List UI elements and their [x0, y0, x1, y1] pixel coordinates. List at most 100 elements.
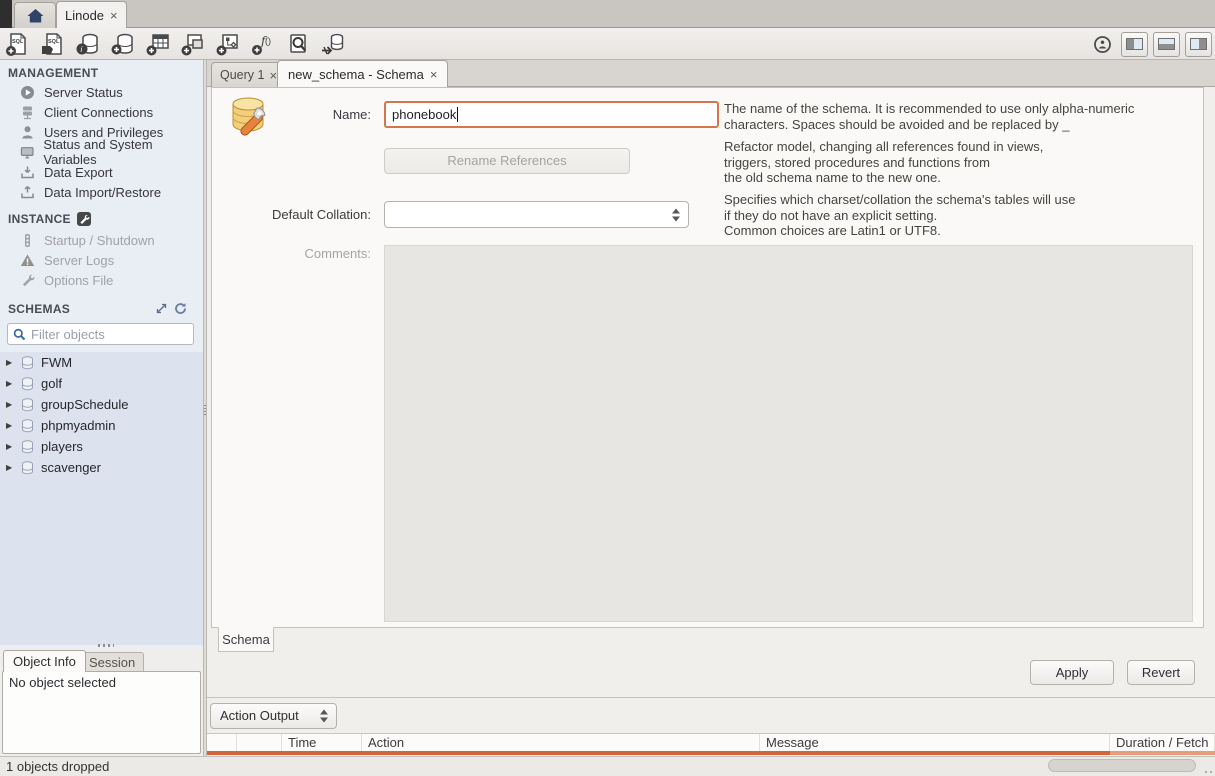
collation-help-text: Specifies which charset/collation the sc…: [724, 192, 1190, 239]
filter-placeholder: Filter objects: [31, 327, 105, 342]
tab-new-schema[interactable]: new_schema - Schema ×: [277, 60, 448, 87]
selected-row-highlight: [207, 751, 1215, 755]
expander-icon[interactable]: ▶: [6, 421, 14, 430]
output-selector[interactable]: Action Output: [210, 703, 337, 729]
expand-icon[interactable]: [156, 303, 167, 314]
main-area: Query 1 × new_schema - Schema × Name: ph…: [207, 60, 1215, 776]
expander-icon[interactable]: ▶: [6, 379, 14, 388]
schema-icon: [21, 356, 34, 370]
reconnect-database-icon[interactable]: [319, 30, 347, 58]
toggle-right-panel-button[interactable]: [1185, 32, 1212, 57]
resize-grip-icon[interactable]: [1210, 771, 1212, 773]
server-logs-icon: [20, 253, 35, 268]
object-info-panel: Object Info Session No object selected: [0, 647, 203, 756]
column-index[interactable]: [237, 734, 282, 751]
schema-editor: Name: phonebook Rename References Defaul…: [211, 87, 1204, 628]
create-procedure-icon[interactable]: [214, 30, 242, 58]
home-icon: [26, 7, 45, 24]
comments-textarea[interactable]: [384, 245, 1193, 622]
connection-tab-label: Linode: [65, 8, 104, 23]
column-status[interactable]: [207, 734, 237, 751]
collation-label: Default Collation:: [212, 201, 378, 228]
svg-text:SQL: SQL: [12, 39, 24, 45]
search-icon: [13, 328, 26, 341]
revert-button[interactable]: Revert: [1127, 660, 1195, 685]
server-status-icon: [20, 85, 35, 100]
create-table-icon[interactable]: [144, 30, 172, 58]
window-edge: [0, 0, 12, 28]
sidebar-item-server-logs[interactable]: Server Logs: [0, 250, 203, 270]
svg-text:SQL: SQL: [48, 39, 60, 45]
management-section-title: MANAGEMENT: [8, 66, 98, 80]
create-schema-icon[interactable]: [109, 30, 137, 58]
sidebar-item-client-connections[interactable]: Client Connections: [0, 102, 203, 122]
create-view-icon[interactable]: [179, 30, 207, 58]
schema-row-players[interactable]: ▶ players: [0, 436, 203, 457]
rename-references-button[interactable]: Rename References: [384, 148, 630, 174]
users-icon: [20, 125, 35, 140]
schema-name-input[interactable]: phonebook: [384, 101, 719, 128]
schema-row-scavenger[interactable]: ▶ scavenger: [0, 457, 203, 478]
no-object-message: No object selected: [9, 675, 116, 690]
svg-text:i: i: [81, 45, 83, 54]
expander-icon[interactable]: ▶: [6, 442, 14, 451]
expander-icon[interactable]: ▶: [6, 463, 14, 472]
refresh-icon[interactable]: [174, 302, 187, 315]
sidebar-item-data-import[interactable]: Data Import/Restore: [0, 182, 203, 202]
sidebar-item-startup-shutdown[interactable]: Startup / Shutdown: [0, 230, 203, 250]
instance-section-title: INSTANCE: [8, 212, 91, 226]
instance-nav: Startup / Shutdown Server Logs Options F…: [0, 230, 203, 290]
open-sql-script-icon[interactable]: SQL: [39, 30, 67, 58]
tab-query-1[interactable]: Query 1 ×: [211, 62, 286, 87]
object-info-content: No object selected: [2, 671, 201, 754]
schema-row-golf[interactable]: ▶ golf: [0, 373, 203, 394]
schema-icon: [21, 461, 34, 475]
schema-icon: [21, 398, 34, 412]
create-function-icon[interactable]: f(): [249, 30, 277, 58]
system-variables-icon: [20, 145, 34, 160]
right-panel-icon: [1190, 38, 1207, 50]
search-objects-icon[interactable]: [284, 30, 312, 58]
sidebar-item-server-status[interactable]: Server Status: [0, 82, 203, 102]
rename-help-text: Refactor model, changing all references …: [724, 139, 1190, 186]
expander-icon[interactable]: ▶: [6, 400, 14, 409]
status-message: 1 objects dropped: [6, 759, 109, 774]
output-table-header: Time Action Message Duration / Fetch: [207, 733, 1215, 751]
spinner-icon: [320, 710, 328, 723]
column-action[interactable]: Action: [362, 734, 760, 751]
collation-select[interactable]: [384, 201, 689, 228]
new-sql-tab-icon[interactable]: SQL: [4, 30, 32, 58]
window-tab-bar: Linode ×: [0, 0, 1215, 28]
home-tab[interactable]: [14, 2, 56, 28]
column-time[interactable]: Time: [282, 734, 362, 751]
tab-schema-bottom[interactable]: Schema: [218, 627, 274, 652]
apply-button[interactable]: Apply: [1030, 660, 1114, 685]
wrench-badge-icon: [77, 212, 91, 226]
close-icon[interactable]: ×: [430, 68, 438, 81]
toggle-left-panel-button[interactable]: [1121, 32, 1148, 57]
toggle-bottom-panel-button[interactable]: [1153, 32, 1180, 57]
connection-tab[interactable]: Linode ×: [56, 1, 127, 28]
schema-row-groupschedule[interactable]: ▶ groupSchedule: [0, 394, 203, 415]
expander-icon[interactable]: ▶: [6, 358, 14, 367]
close-icon[interactable]: ×: [269, 69, 277, 82]
schema-row-fwm[interactable]: ▶ FWM: [0, 352, 203, 373]
startup-shutdown-icon: [20, 233, 35, 248]
left-panel-icon: [1126, 38, 1143, 50]
sidebar-item-options-file[interactable]: Options File: [0, 270, 203, 290]
schema-inspector-icon[interactable]: i: [74, 30, 102, 58]
horizontal-scrollbar[interactable]: [1048, 759, 1196, 772]
sidebar-item-system-variables[interactable]: Status and System Variables: [0, 142, 203, 162]
schema-row-phpmyadmin[interactable]: ▶ phpmyadmin: [0, 415, 203, 436]
spinner-icon: [672, 208, 680, 221]
tab-object-info[interactable]: Object Info: [3, 650, 86, 672]
tab-session[interactable]: Session: [80, 652, 144, 672]
schema-filter-input[interactable]: Filter objects: [7, 323, 194, 345]
editor-tab-bar: Query 1 × new_schema - Schema ×: [207, 60, 1215, 87]
svg-text:(): (): [265, 36, 271, 46]
column-duration[interactable]: Duration / Fetch: [1110, 734, 1215, 751]
close-icon[interactable]: ×: [110, 9, 118, 22]
schema-icon: [21, 419, 34, 433]
column-message[interactable]: Message: [760, 734, 1110, 751]
schema-icon: [21, 377, 34, 391]
